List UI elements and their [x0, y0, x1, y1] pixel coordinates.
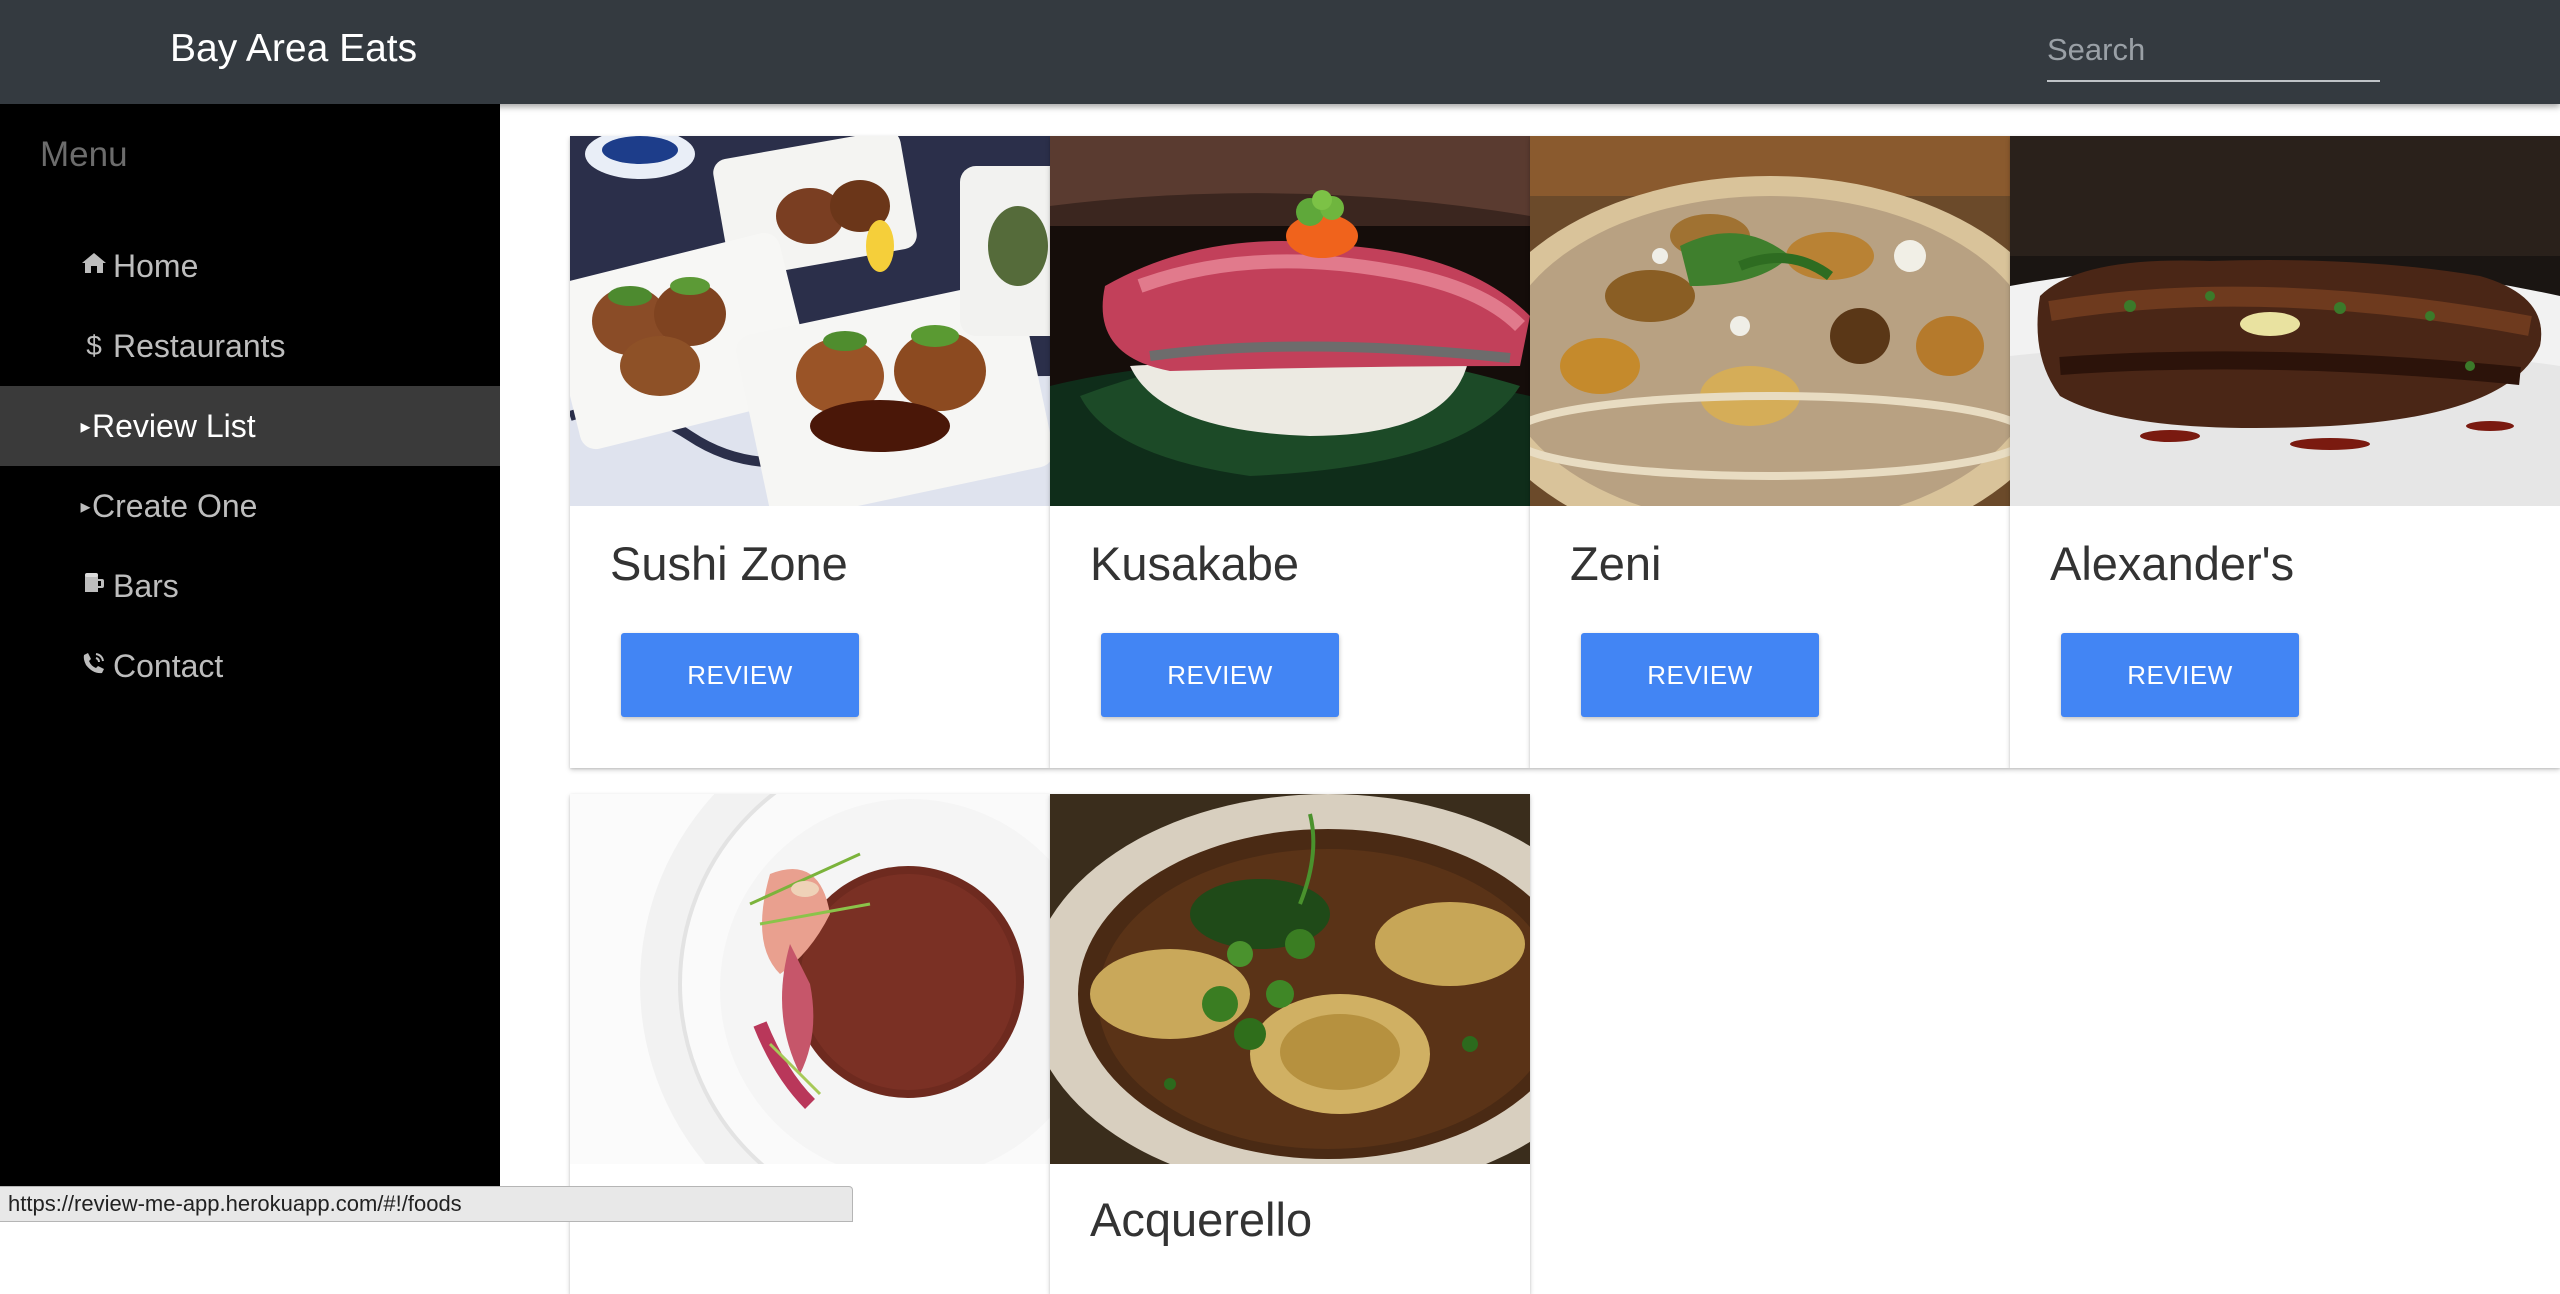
sidebar: Menu Home $ Restaurants ▸ Review List ▸ … — [0, 104, 500, 1222]
sushi-plate-photo[interactable] — [570, 136, 1050, 506]
review-button[interactable]: REVIEW — [2061, 633, 2299, 717]
ravioli-photo[interactable] — [1050, 794, 1530, 1164]
home-icon — [79, 250, 109, 282]
caret-right-icon: ▸ — [80, 495, 91, 518]
sidebar-item-label: Review List — [92, 407, 256, 444]
card-title[interactable]: Sushi Zone — [610, 536, 848, 592]
restaurant-card: Zeni REVIEW — [1530, 136, 2010, 768]
sidebar-item-review-list[interactable]: ▸ Review List — [0, 386, 500, 466]
review-button[interactable]: REVIEW — [1581, 633, 1819, 717]
card-title[interactable]: Acquerello — [1090, 1192, 1312, 1248]
sidebar-nav: Home $ Restaurants ▸ Review List ▸ Creat… — [0, 226, 500, 706]
steak-photo[interactable] — [2010, 136, 2560, 506]
dollar-icon: $ — [86, 330, 102, 361]
restaurant-card: Sushi Zone REVIEW — [570, 136, 1050, 768]
sidebar-item-bars[interactable]: Bars — [0, 546, 500, 626]
top-navbar: Bay Area Eats — [0, 0, 2560, 104]
sidebar-item-create-one[interactable]: ▸ Create One — [0, 466, 500, 546]
nigiri-photo[interactable] — [1050, 136, 1530, 506]
search-field[interactable] — [2047, 20, 2380, 82]
status-bar-url: https://review-me-app.herokuapp.com/#!/f… — [0, 1186, 853, 1222]
sidebar-item-label: Contact — [113, 647, 224, 684]
beer-icon — [79, 570, 109, 602]
sidebar-item-label: Create One — [92, 487, 258, 524]
soup-plate-photo[interactable] — [570, 794, 1050, 1164]
sidebar-item-restaurants[interactable]: $ Restaurants — [0, 306, 500, 386]
restaurant-card: Kusakabe REVIEW — [1050, 136, 1530, 768]
phone-icon — [79, 650, 109, 683]
search-input[interactable] — [2047, 20, 2380, 80]
brand-title[interactable]: Bay Area Eats — [170, 26, 417, 72]
sidebar-item-label: Bars — [113, 567, 179, 604]
restaurant-card: Alexander's REVIEW — [2010, 136, 2560, 768]
card-title[interactable]: Alexander's — [2050, 536, 2294, 592]
injera-platter-photo[interactable] — [1530, 136, 2010, 506]
card-title[interactable]: Zeni — [1570, 536, 1661, 592]
sidebar-item-label: Restaurants — [113, 327, 286, 364]
review-button[interactable]: REVIEW — [1101, 633, 1339, 717]
restaurant-card: Acquerello — [1050, 794, 1530, 1294]
sidebar-item-home[interactable]: Home — [0, 226, 500, 306]
sidebar-item-label: Home — [113, 247, 199, 284]
sidebar-item-contact[interactable]: Contact — [0, 626, 500, 706]
review-button[interactable]: REVIEW — [621, 633, 859, 717]
menu-heading: Menu — [40, 135, 128, 174]
card-title[interactable]: Kusakabe — [1090, 536, 1299, 592]
caret-right-icon: ▸ — [80, 415, 91, 438]
